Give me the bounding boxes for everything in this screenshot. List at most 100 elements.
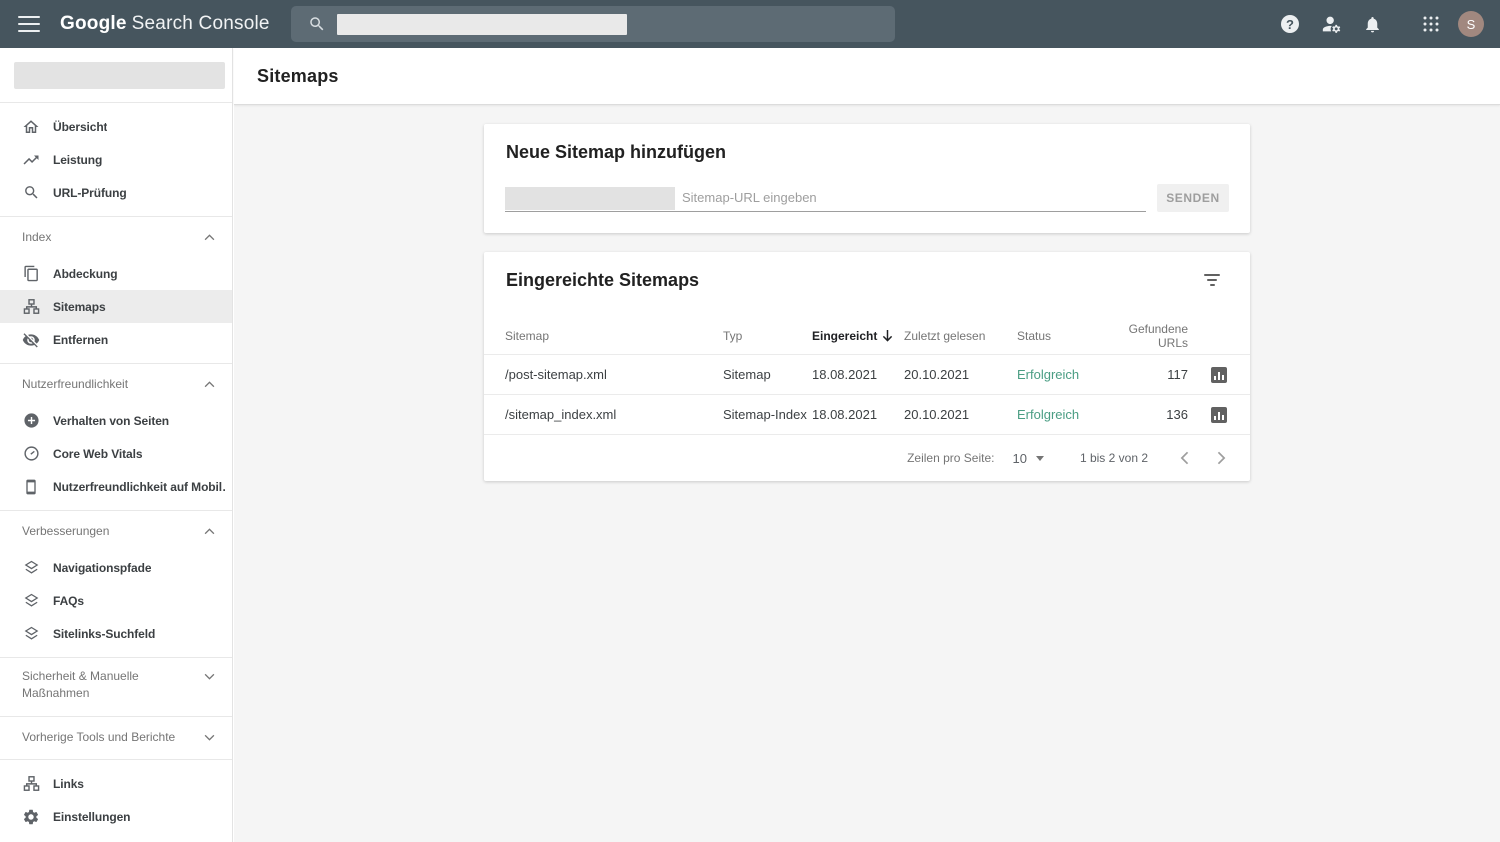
redacted-property-prefix [505,187,675,210]
sidebar-item-label: Navigationspfade [53,560,152,575]
rows-per-page-select[interactable]: 10 [1012,451,1026,466]
table-header-row: Sitemap Typ Eingereicht Zuletzt gelesen … [484,317,1250,354]
cell-sitemap[interactable]: /post-sitemap.xml [505,367,723,382]
sidebar-item-leistung[interactable]: Leistung [0,143,232,176]
sidebar-item-core-web-vitals[interactable]: Core Web Vitals [0,437,232,470]
sidebar-item-abdeckung[interactable]: Abdeckung [0,257,232,290]
column-header-sitemap[interactable]: Sitemap [505,329,723,343]
sidebar-item-label: Sitelinks-Suchfeld [53,626,156,641]
filter-icon[interactable] [1202,270,1222,290]
person-gear-icon [1322,16,1341,33]
sidebar-item-label: Entfernen [53,332,109,347]
next-page-button[interactable] [1217,451,1226,465]
help-button[interactable]: ? [1281,15,1299,33]
app-logo[interactable]: Google Search Console [60,13,270,35]
sidebar-item-faqs[interactable]: FAQs [0,584,232,617]
content-area: Neue Sitemap hinzufügen SENDEN Eingereic… [234,105,1500,481]
chevron-right-icon [1217,451,1226,465]
manage-accounts-button[interactable] [1321,13,1343,35]
table-row[interactable]: /sitemap_index.xml Sitemap-Index 18.08.2… [484,394,1250,434]
add-sitemap-title: Neue Sitemap hinzufügen [506,142,727,162]
sidebar-item-label: Core Web Vitals [53,446,143,461]
add-sitemap-card: Neue Sitemap hinzufügen SENDEN [484,124,1250,233]
home-icon [22,118,40,136]
chevron-up-icon [204,233,215,240]
status-badge: Erfolgreich [1017,367,1080,382]
smartphone-icon [22,478,40,496]
section-title: Index [22,229,52,244]
cell-gefundene-urls: 117 [1167,367,1188,382]
property-search-input[interactable] [291,6,895,42]
column-header-gefundene-urls[interactable]: Gefundene URLs [1113,322,1188,350]
sitemap-icon [22,298,40,316]
previous-page-button[interactable] [1180,451,1189,465]
rich-result-icon [22,559,40,577]
performance-icon [22,151,40,169]
page-experience-icon [22,412,40,430]
chevron-up-icon [204,380,215,387]
url-inspection-icon [22,184,40,202]
sidebar-section-verbesserungen[interactable]: Verbesserungen [0,511,232,551]
sidebar: Übersicht Leistung URL-Prüfung Index Abd… [0,48,233,842]
sort-descending-icon [883,330,893,342]
section-title: Nutzerfreundlichkeit [22,376,129,391]
sidebar-item-mobile-usability[interactable]: Nutzerfreundlichkeit auf Mobil… [0,470,232,503]
column-header-typ[interactable]: Typ [723,329,812,343]
submitted-sitemaps-title: Eingereichte Sitemaps [506,270,700,290]
sidebar-item-label: Sitemaps [53,299,106,314]
submit-button[interactable]: SENDEN [1157,184,1229,212]
cell-sitemap[interactable]: /sitemap_index.xml [505,407,723,422]
cell-typ: Sitemap-Index [723,407,807,422]
sidebar-section-sicherheit[interactable]: Sicherheit & Manuelle Maßnahmen [0,658,232,714]
sidebar-item-entfernen[interactable]: Entfernen [0,323,232,356]
section-title: Sicherheit & Manuelle Maßnahmen [22,669,139,700]
table-pagination: Zeilen pro Seite: 10 1 bis 2 von 2 [484,434,1250,481]
column-header-status[interactable]: Status [1017,329,1113,343]
sidebar-item-label: Übersicht [53,119,108,134]
apps-grid-button[interactable] [1422,15,1440,33]
logo-product-text: Search Console [131,13,270,34]
rows-per-page-label: Zeilen pro Seite: [907,451,995,465]
submitted-sitemaps-card: Eingereichte Sitemaps Sitemap Typ Einger… [484,252,1250,481]
view-chart-icon[interactable] [1211,366,1227,383]
view-chart-icon[interactable] [1211,406,1227,423]
column-header-zuletzt-gelesen[interactable]: Zuletzt gelesen [904,329,1017,343]
logo-google-text: Google [60,13,127,34]
column-header-eingereicht[interactable]: Eingereicht [812,329,904,343]
redacted-search-text [337,13,627,35]
sidebar-item-einstellungen[interactable]: Einstellungen [0,800,232,833]
help-icon: ? [1281,15,1299,33]
sidebar-item-sitemaps[interactable]: Sitemaps [0,290,232,323]
visibility-off-icon [22,331,40,349]
sidebar-item-navigationspfade[interactable]: Navigationspfade [0,551,232,584]
sidebar-section-index[interactable]: Index [0,217,232,257]
sidebar-item-links[interactable]: Links [0,767,232,800]
avatar-letter: S [1466,16,1476,32]
coverage-icon [22,265,40,283]
sidebar-item-url-pruefung[interactable]: URL-Prüfung [0,176,232,209]
sidebar-item-label: URL-Prüfung [53,185,127,200]
sidebar-item-sitelinks-suchfeld[interactable]: Sitelinks-Suchfeld [0,617,232,650]
notifications-button[interactable] [1363,15,1382,34]
page-header: Sitemaps [234,48,1500,105]
search-icon [310,17,324,31]
google-search-console-app: Google Search Console ? S Übersicht Leis… [0,0,1500,842]
hamburger-menu-icon[interactable] [18,16,40,32]
cell-eingereicht: 18.08.2021 [812,367,878,382]
table-row[interactable]: /post-sitemap.xml Sitemap 18.08.2021 20.… [484,354,1250,394]
sidebar-section-vorherige-tools[interactable]: Vorherige Tools und Berichte [0,717,232,757]
property-selector-redacted[interactable] [14,62,225,89]
sidebar-section-nutzerfreundlichkeit[interactable]: Nutzerfreundlichkeit [0,364,232,404]
main-area: Sitemaps Neue Sitemap hinzufügen SENDEN … [234,48,1500,842]
user-avatar[interactable]: S [1458,11,1484,37]
chevron-left-icon [1180,451,1189,465]
bell-icon [1366,16,1379,32]
sidebar-item-uebersicht[interactable]: Übersicht [0,110,232,143]
sidebar-item-verhalten-von-seiten[interactable]: Verhalten von Seiten [0,404,232,437]
rich-result-icon [22,592,40,610]
dropdown-caret-icon[interactable] [1035,455,1044,461]
sidebar-item-label: FAQs [53,593,84,608]
pagination-range: 1 bis 2 von 2 [1079,451,1148,465]
chevron-down-icon [204,673,215,680]
column-header-label: Eingereicht [812,328,878,343]
